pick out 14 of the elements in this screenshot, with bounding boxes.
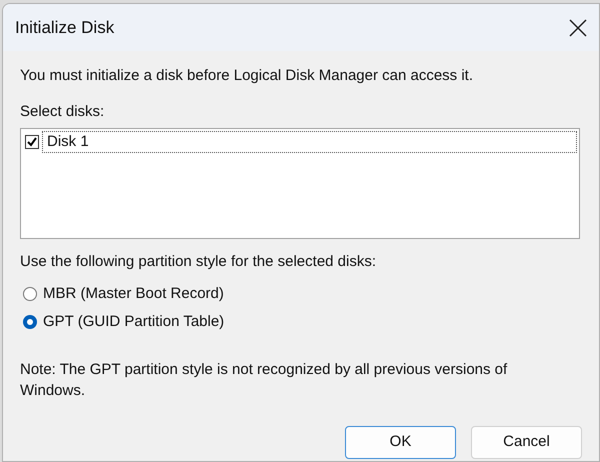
checkbox[interactable]: [25, 135, 39, 149]
close-icon[interactable]: [567, 16, 589, 38]
radio-label[interactable]: GPT (GUID Partition Table): [43, 311, 224, 334]
radio-button[interactable]: [23, 286, 37, 301]
disk-item[interactable]: Disk 1: [42, 131, 577, 153]
note-text: Note: The GPT partition style is not recognized by all previous versions of Windows.: [20, 360, 508, 400]
instruction-text: You must initialize a disk before Logical Disk Manager can access it.: [20, 66, 474, 86]
radio-button[interactable]: [23, 315, 37, 330]
radio-label[interactable]: MBR (Master Boot Record): [43, 282, 224, 305]
dialog-button[interactable]: OK: [345, 426, 456, 458]
dialog-button[interactable]: Cancel: [471, 426, 582, 458]
partition-style-label: Use the following partition style for the selected disks:: [20, 252, 378, 272]
window-title: Initialize Disk: [15, 16, 114, 39]
select-disks-label: Select disks:: [20, 102, 106, 122]
